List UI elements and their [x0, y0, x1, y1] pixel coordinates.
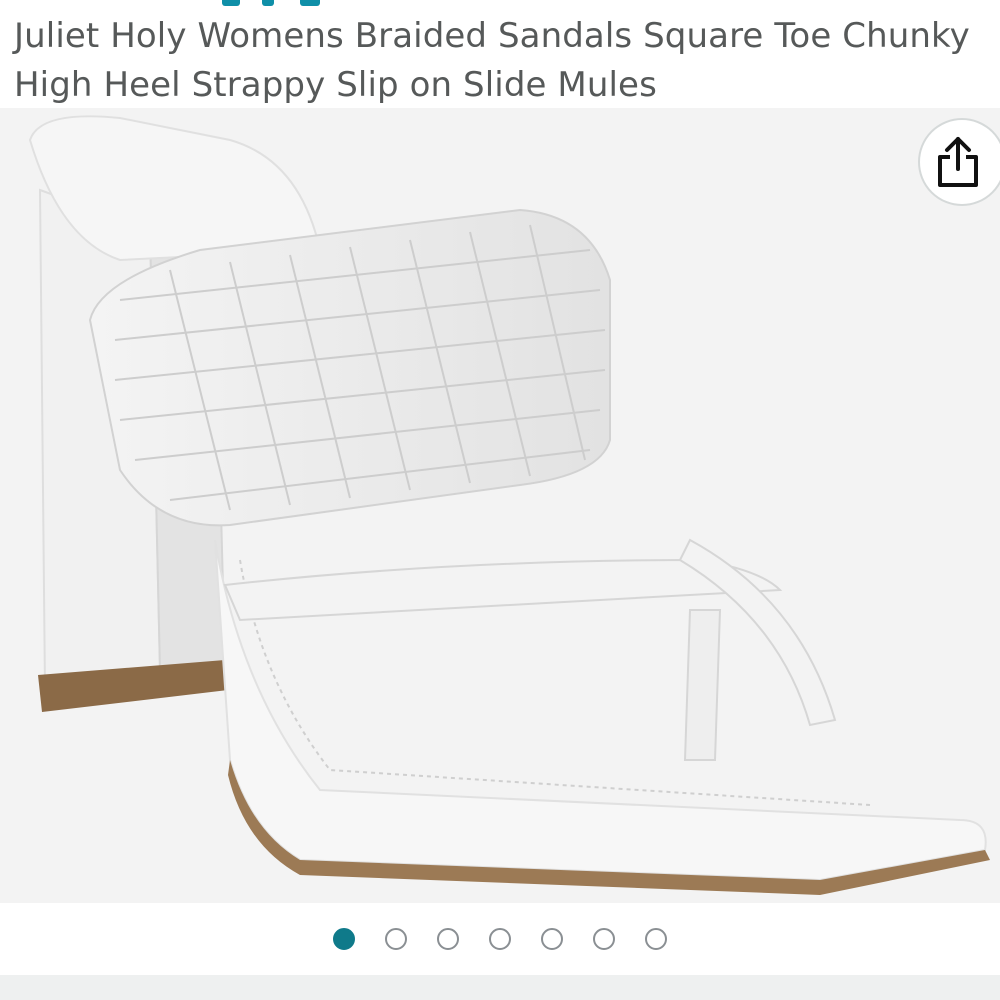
pager-dot-7[interactable]: [645, 928, 667, 950]
pager-dot-5[interactable]: [541, 928, 563, 950]
product-title-line-1: Juliet Holy Womens Braided Sandals Squar…: [14, 16, 970, 56]
sandal-image: [28, 115, 990, 895]
image-pager[interactable]: [0, 903, 1000, 975]
product-title-line-2: High Heel Strappy Slip on Slide Mules: [14, 65, 657, 105]
share-icon: [938, 137, 978, 187]
pager-dot-1[interactable]: [333, 928, 355, 950]
pager-dot-4[interactable]: [489, 928, 511, 950]
page-divider: [0, 975, 1000, 1000]
store-link-fragment[interactable]: [0, 0, 1000, 8]
pager-dot-2[interactable]: [385, 928, 407, 950]
product-title: Juliet Holy Womens Braided Sandals Squar…: [14, 12, 974, 110]
share-button[interactable]: [918, 118, 1000, 206]
pager-dot-6[interactable]: [593, 928, 615, 950]
pager-dot-3[interactable]: [437, 928, 459, 950]
product-image[interactable]: [0, 108, 1000, 903]
